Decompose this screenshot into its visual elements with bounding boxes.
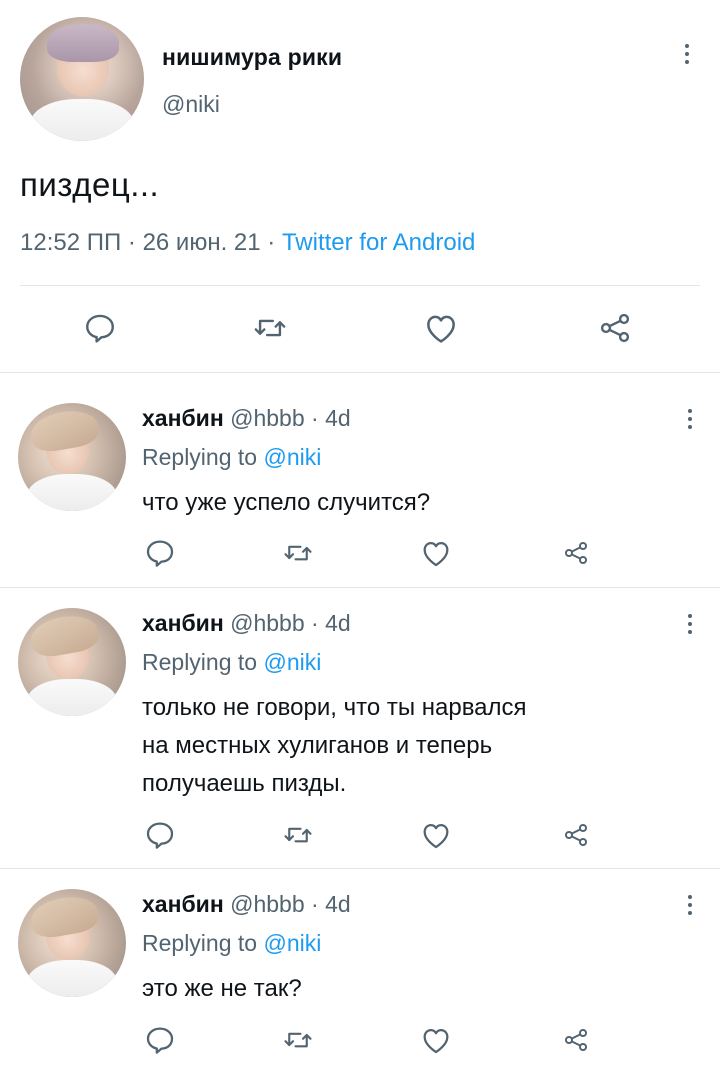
tweet-age: 4d (325, 891, 351, 917)
retweet-icon (284, 827, 312, 843)
handle[interactable]: @hbbb (230, 610, 305, 636)
tweet-age: 4d (325, 610, 351, 636)
like-icon (423, 541, 449, 567)
mention-link[interactable]: @niki (263, 930, 321, 956)
retweet-icon (254, 319, 286, 337)
more-vertical-icon[interactable] (686, 895, 694, 915)
retweet-icon (284, 545, 312, 561)
like-button[interactable] (416, 533, 456, 573)
meta-separator: · (260, 229, 282, 256)
divider (0, 372, 720, 373)
mention-link[interactable]: @niki (263, 649, 321, 675)
reply-button[interactable] (78, 306, 122, 350)
reply-icon (146, 1027, 174, 1054)
tweet-text: что уже успело случится? (142, 489, 431, 516)
like-button[interactable] (416, 815, 456, 855)
display-name[interactable]: ханбин (142, 610, 224, 636)
like-icon (423, 823, 449, 849)
handle[interactable]: @hbbb (230, 405, 305, 431)
more-vertical-icon[interactable] (686, 409, 694, 429)
tweet-text: это же не так? (142, 975, 302, 1002)
tweet-time: 12:52 ПП (20, 229, 122, 256)
reply-button[interactable] (140, 533, 180, 573)
tweet-meta: 12:52 ПП · 26 июн. 21 · Twitter for Andr… (20, 229, 475, 257)
retweet-icon (284, 1032, 312, 1048)
like-icon (423, 1028, 449, 1054)
replying-to: Replying to @niki (142, 930, 322, 956)
replying-to: Replying to @niki (142, 649, 322, 675)
share-icon (564, 1028, 588, 1052)
reply-header: ханбин @hbbb · 4d (142, 891, 351, 917)
more-vertical-icon[interactable] (683, 44, 691, 64)
tweet-text: пиздец... (20, 166, 160, 203)
display-name[interactable]: нишимура рики (162, 44, 342, 71)
avatar[interactable] (20, 17, 144, 141)
tweet-age: 4d (325, 405, 351, 431)
reply-icon (146, 540, 174, 567)
retweet-button[interactable] (278, 815, 318, 855)
tweet-source[interactable]: Twitter for Android (282, 229, 475, 256)
tweet-date: 26 июн. 21 (142, 229, 261, 256)
handle[interactable]: @hbbb (230, 891, 305, 917)
reply-button[interactable] (140, 815, 180, 855)
replying-to: Replying to @niki (142, 444, 322, 470)
display-name[interactable]: ханбин (142, 891, 224, 917)
reply-header: ханбин @hbbb · 4d (142, 405, 351, 431)
like-button[interactable] (416, 1020, 456, 1060)
retweet-button[interactable] (278, 1020, 318, 1060)
reply-button[interactable] (140, 1020, 180, 1060)
share-icon (564, 541, 588, 565)
share-icon (600, 313, 630, 343)
avatar[interactable] (18, 889, 126, 997)
tweet-text: только не говори, что ты нарвался на мес… (142, 694, 527, 797)
mention-link[interactable]: @niki (263, 444, 321, 470)
reply-icon (146, 822, 174, 849)
retweet-button[interactable] (248, 306, 292, 350)
retweet-button[interactable] (278, 533, 318, 573)
reply-icon (86, 314, 114, 343)
share-button[interactable] (556, 815, 596, 855)
handle[interactable]: @niki (162, 91, 220, 118)
avatar[interactable] (18, 608, 126, 716)
share-icon (564, 823, 588, 847)
display-name[interactable]: ханбин (142, 405, 224, 431)
like-icon (427, 315, 455, 343)
divider (0, 868, 720, 869)
divider (20, 285, 700, 286)
avatar[interactable] (18, 403, 126, 511)
more-vertical-icon[interactable] (686, 614, 694, 634)
share-button[interactable] (556, 533, 596, 573)
divider (0, 587, 720, 588)
share-button[interactable] (593, 306, 637, 350)
share-button[interactable] (556, 1020, 596, 1060)
like-button[interactable] (419, 306, 463, 350)
reply-header: ханбин @hbbb · 4d (142, 610, 351, 636)
meta-separator: · (121, 229, 143, 256)
